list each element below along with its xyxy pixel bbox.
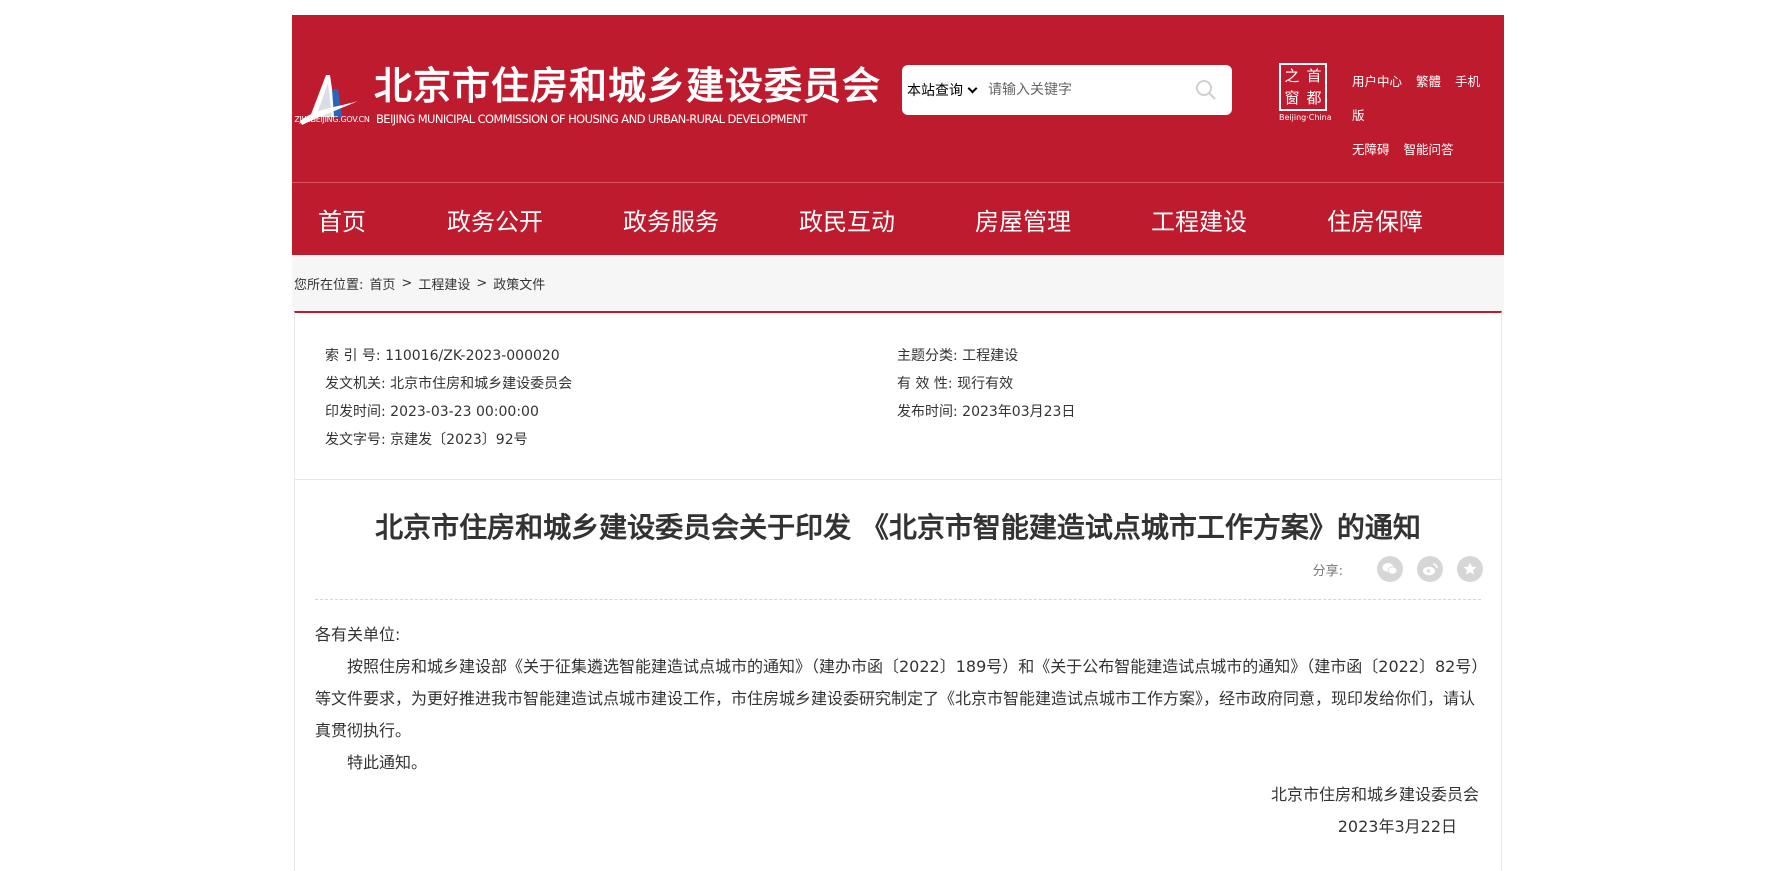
meta-index: 索 引 号: 110016/ZK-2023-000020 bbox=[325, 345, 560, 365]
nav-item-government-services[interactable]: 政务服务 bbox=[623, 202, 719, 237]
capital-char-4: 都 bbox=[1306, 89, 1322, 107]
weibo-icon[interactable] bbox=[1417, 556, 1443, 582]
favorite-icon[interactable] bbox=[1457, 556, 1483, 582]
logo-icon[interactable] bbox=[292, 65, 364, 137]
body-paragraph-closing: 特此通知。 bbox=[347, 753, 428, 772]
main-nav: 首页 政务公开 政务服务 政民互动 房屋管理 工程建设 住房保障 bbox=[292, 183, 1504, 255]
search-icon[interactable] bbox=[1194, 78, 1218, 102]
breadcrumb-construction[interactable]: 工程建设 bbox=[418, 274, 470, 293]
search-input[interactable] bbox=[988, 82, 1188, 98]
meta-issuer-value: 北京市住房和城乡建设委员会 bbox=[390, 376, 573, 392]
site-subtitle: BEIJING MUNICIPAL COMMISSION OF HOUSING … bbox=[376, 112, 808, 126]
meta-docno-value: 京建发〔2023〕92号 bbox=[390, 432, 528, 448]
capital-char-2: 首 bbox=[1306, 67, 1322, 85]
search-scope-label: 本站查询 bbox=[907, 83, 963, 99]
article-title: 北京市住房和城乡建设委员会关于印发 《北京市智能建造试点城市工作方案》的通知 bbox=[375, 511, 1421, 544]
breadcrumb-policy-docs[interactable]: 政策文件 bbox=[493, 274, 545, 293]
meta-index-value: 110016/ZK-2023-000020 bbox=[385, 348, 560, 364]
capital-window-mark: 之 首 窗 都 bbox=[1279, 63, 1327, 111]
nav-item-construction[interactable]: 工程建设 bbox=[1151, 202, 1247, 237]
breadcrumb-separator: > bbox=[476, 275, 488, 291]
page-wrapper: ZJW.BEIJING.GOV.CN 北京市住房和城乡建设委员会 BEIJING… bbox=[292, 15, 1504, 871]
nav-item-housing-security[interactable]: 住房保障 bbox=[1327, 202, 1423, 237]
meta-docno: 发文字号: 京建发〔2023〕92号 bbox=[325, 429, 528, 449]
meta-published-label: 发布时间: bbox=[897, 404, 958, 420]
breadcrumb-separator: > bbox=[401, 275, 413, 291]
capital-window-logo[interactable]: 之 首 窗 都 Beijing·China bbox=[1279, 63, 1333, 133]
article-container: 索 引 号: 110016/ZK-2023-000020 主题分类: 工程建设 … bbox=[294, 311, 1502, 871]
chevron-down-icon bbox=[967, 83, 978, 93]
breadcrumb-prefix: 您所在位置: bbox=[294, 277, 364, 293]
meta-published: 发布时间: 2023年03月23日 bbox=[897, 401, 1075, 421]
user-center-link[interactable]: 用户中心 bbox=[1352, 74, 1402, 89]
search-box: 本站查询 bbox=[902, 65, 1232, 115]
search-scope-select[interactable]: 本站查询 bbox=[902, 80, 980, 100]
document-meta: 索 引 号: 110016/ZK-2023-000020 主题分类: 工程建设 … bbox=[295, 313, 1501, 480]
meta-docno-label: 发文字号: bbox=[325, 432, 386, 448]
smart-qa-link[interactable]: 智能问答 bbox=[1404, 142, 1454, 157]
top-links-row-1: 用户中心 繁體 手机版 bbox=[1352, 65, 1502, 133]
meta-printed-label: 印发时间: bbox=[325, 404, 386, 420]
nav-item-housing-management[interactable]: 房屋管理 bbox=[975, 202, 1071, 237]
accessibility-link[interactable]: 无障碍 bbox=[1352, 142, 1390, 157]
meta-validity: 有 效 性: 现行有效 bbox=[897, 373, 1013, 393]
traditional-chinese-link[interactable]: 繁體 bbox=[1416, 74, 1441, 89]
breadcrumb: 您所在位置: 首页 > 工程建设 > 政策文件 bbox=[292, 255, 1504, 311]
top-links-row-2: 无障碍 智能问答 bbox=[1352, 133, 1502, 167]
nav-item-interaction[interactable]: 政民互动 bbox=[799, 202, 895, 237]
meta-validity-value: 现行有效 bbox=[957, 376, 1014, 392]
body-paragraph: 按照住房和城乡建设部《关于征集遴选智能建造试点城市的通知》（建办市函〔2022〕… bbox=[315, 657, 1480, 740]
title-divider bbox=[315, 599, 1481, 600]
logo-url-text: ZJW.BEIJING.GOV.CN bbox=[294, 115, 370, 124]
share-label: 分享: bbox=[1312, 563, 1343, 579]
capital-char-1: 之 bbox=[1284, 67, 1300, 85]
signature: 北京市住房和城乡建设委员会 bbox=[1270, 785, 1479, 804]
nav-item-government-affairs[interactable]: 政务公开 bbox=[447, 202, 543, 237]
meta-index-label: 索 引 号: bbox=[325, 348, 381, 364]
meta-issuer: 发文机关: 北京市住房和城乡建设委员会 bbox=[325, 373, 572, 393]
capital-window-en: Beijing·China bbox=[1279, 113, 1332, 122]
wechat-icon[interactable] bbox=[1377, 556, 1403, 582]
meta-published-value: 2023年03月23日 bbox=[962, 404, 1076, 420]
meta-issuer-label: 发文机关: bbox=[325, 376, 386, 392]
meta-printed: 印发时间: 2023-03-23 00:00:00 bbox=[325, 401, 539, 421]
meta-topic-value: 工程建设 bbox=[962, 348, 1019, 364]
breadcrumb-home[interactable]: 首页 bbox=[369, 274, 395, 293]
salutation: 各有关单位: bbox=[315, 625, 401, 644]
site-title[interactable]: 北京市住房和城乡建设委员会 bbox=[374, 55, 881, 110]
top-links: 用户中心 繁體 手机版 无障碍 智能问答 bbox=[1352, 65, 1502, 167]
capital-char-3: 窗 bbox=[1284, 89, 1300, 107]
nav-item-home[interactable]: 首页 bbox=[318, 202, 366, 237]
share-bar: 分享: bbox=[1313, 556, 1483, 582]
header-divider bbox=[292, 182, 1504, 183]
article-body: 各有关单位: 按照住房和城乡建设部《关于征集遴选智能建造试点城市的通知》（建办市… bbox=[315, 619, 1481, 843]
site-header: ZJW.BEIJING.GOV.CN 北京市住房和城乡建设委员会 BEIJING… bbox=[292, 15, 1504, 183]
signature-date: 2023年3月22日 bbox=[1337, 817, 1457, 836]
meta-printed-value: 2023-03-23 00:00:00 bbox=[390, 404, 539, 420]
meta-topic: 主题分类: 工程建设 bbox=[897, 345, 1018, 365]
meta-topic-label: 主题分类: bbox=[897, 348, 958, 364]
meta-validity-label: 有 效 性: bbox=[897, 376, 953, 392]
